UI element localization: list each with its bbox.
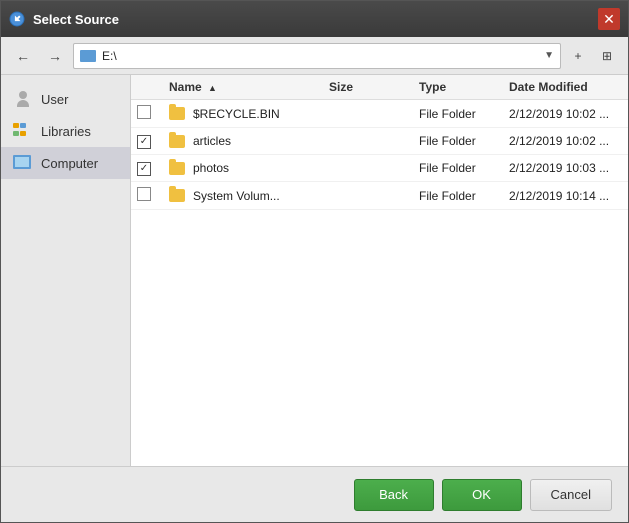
file-name: photos — [193, 161, 229, 175]
row-name-cell: articles — [161, 128, 321, 155]
row-checkbox-cell — [131, 128, 161, 155]
file-name: $RECYCLE.BIN — [193, 107, 280, 121]
col-header-type[interactable]: Type — [411, 75, 501, 100]
col-header-size[interactable]: Size — [321, 75, 411, 100]
row-checkbox-cell — [131, 155, 161, 182]
folder-icon — [169, 189, 185, 202]
col-header-checkbox — [131, 75, 161, 100]
sidebar-label-computer: Computer — [41, 156, 98, 171]
row-checkbox[interactable] — [137, 105, 151, 119]
dialog-title: Select Source — [33, 12, 119, 27]
title-bar: Select Source ✕ — [1, 1, 628, 37]
content-area: User Libraries Computer — [1, 75, 628, 466]
address-bar[interactable]: E:\ ▼ — [73, 43, 561, 69]
folder-icon — [169, 107, 185, 120]
forward-nav-button[interactable]: → — [41, 43, 69, 69]
file-name: articles — [193, 134, 231, 148]
sidebar-label-user: User — [41, 92, 68, 107]
toolbar-right: + ⊞ — [565, 43, 620, 69]
row-checkbox[interactable] — [137, 187, 151, 201]
file-table: Name ▲ Size Type Date Modified $RECYCLE — [131, 75, 628, 210]
sidebar-item-libraries[interactable]: Libraries — [1, 115, 130, 147]
app-icon — [9, 11, 25, 27]
back-button[interactable]: Back — [354, 479, 434, 511]
user-icon — [13, 91, 33, 107]
file-area: Name ▲ Size Type Date Modified $RECYCLE — [131, 75, 628, 466]
sidebar-label-libraries: Libraries — [41, 124, 91, 139]
table-header-row: Name ▲ Size Type Date Modified — [131, 75, 628, 100]
address-dropdown-arrow: ▼ — [544, 50, 554, 61]
row-type-cell: File Folder — [411, 182, 501, 210]
row-date-cell: 2/12/2019 10:02 ... — [501, 100, 628, 128]
row-name-cell: System Volum... — [161, 182, 321, 210]
row-type-cell: File Folder — [411, 128, 501, 155]
row-size-cell — [321, 155, 411, 182]
row-date-cell: 2/12/2019 10:02 ... — [501, 128, 628, 155]
sidebar: User Libraries Computer — [1, 75, 131, 466]
sidebar-item-user[interactable]: User — [1, 83, 130, 115]
row-type-cell: File Folder — [411, 155, 501, 182]
monitor-icon — [80, 50, 96, 62]
row-checkbox-cell — [131, 100, 161, 128]
file-name: System Volum... — [193, 189, 280, 203]
libraries-icon — [13, 123, 33, 139]
folder-icon — [169, 162, 185, 175]
row-date-cell: 2/12/2019 10:03 ... — [501, 155, 628, 182]
row-checkbox[interactable] — [137, 162, 151, 176]
title-bar-left: Select Source — [9, 11, 119, 27]
bottom-bar: Back OK Cancel — [1, 466, 628, 522]
col-header-name[interactable]: Name ▲ — [161, 75, 321, 100]
address-text: E:\ — [102, 49, 538, 63]
col-header-date[interactable]: Date Modified — [501, 75, 628, 100]
row-checkbox[interactable] — [137, 135, 151, 149]
ok-button[interactable]: OK — [442, 479, 522, 511]
row-checkbox-cell — [131, 182, 161, 210]
table-row: $RECYCLE.BIN File Folder 2/12/2019 10:02… — [131, 100, 628, 128]
row-size-cell — [321, 182, 411, 210]
table-row: System Volum... File Folder 2/12/2019 10… — [131, 182, 628, 210]
row-name-cell: $RECYCLE.BIN — [161, 100, 321, 128]
row-name-cell: photos — [161, 155, 321, 182]
folder-icon — [169, 135, 185, 148]
sidebar-item-computer[interactable]: Computer — [1, 147, 130, 179]
row-size-cell — [321, 128, 411, 155]
close-button[interactable]: ✕ — [598, 8, 620, 30]
back-nav-button[interactable]: ← — [9, 43, 37, 69]
table-row: photos File Folder 2/12/2019 10:03 ... — [131, 155, 628, 182]
row-type-cell: File Folder — [411, 100, 501, 128]
sort-arrow: ▲ — [208, 83, 217, 93]
table-row: articles File Folder 2/12/2019 10:02 ... — [131, 128, 628, 155]
view-button[interactable]: ⊞ — [594, 43, 620, 69]
row-date-cell: 2/12/2019 10:14 ... — [501, 182, 628, 210]
toolbar: ← → E:\ ▼ + ⊞ — [1, 37, 628, 75]
row-size-cell — [321, 100, 411, 128]
cancel-button[interactable]: Cancel — [530, 479, 612, 511]
select-source-dialog: Select Source ✕ ← → E:\ ▼ + ⊞ User — [0, 0, 629, 523]
computer-icon — [13, 155, 33, 171]
new-folder-button[interactable]: + — [565, 43, 591, 69]
